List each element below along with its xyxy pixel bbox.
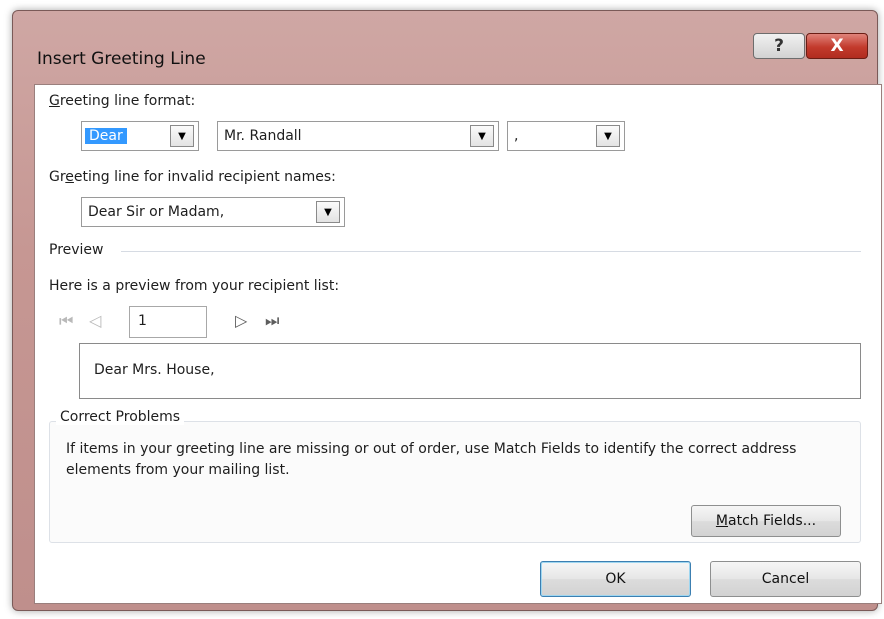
preview-text: Dear Mrs. House, (94, 362, 215, 378)
title-bar[interactable]: Insert Greeting Line ? X (13, 11, 877, 73)
help-button[interactable]: ? (753, 33, 805, 59)
preview-intro: Here is a preview from your recipient li… (49, 278, 340, 294)
dialog-title: Insert Greeting Line (37, 49, 206, 69)
chevron-down-icon[interactable]: ▼ (596, 125, 620, 147)
first-record-icon[interactable]: ⏮ (59, 311, 73, 331)
name-format-value: Mr. Randall (224, 128, 302, 144)
correct-problems-text: If items in your greeting line are missi… (66, 441, 797, 478)
invalid-names-label: Greeting line for invalid recipient name… (49, 169, 336, 185)
help-icon: ? (774, 36, 784, 56)
punctuation-value: , (514, 128, 519, 144)
record-number-value: 1 (138, 313, 147, 329)
record-number-input[interactable]: 1 (129, 306, 207, 338)
cancel-label: Cancel (761, 571, 810, 587)
preview-section-label: Preview (49, 242, 104, 258)
greeting-format-label: Greeting line format: (49, 93, 196, 109)
ok-label: OK (605, 571, 626, 587)
punctuation-select[interactable]: , ▼ (507, 121, 625, 151)
invalid-names-select[interactable]: Dear Sir or Madam, ▼ (81, 197, 345, 227)
chevron-down-icon[interactable]: ▼ (470, 125, 494, 147)
salutation-value: Dear (85, 128, 127, 144)
preview-divider (121, 251, 861, 252)
name-format-select[interactable]: Mr. Randall ▼ (217, 121, 499, 151)
ok-button[interactable]: OK (540, 561, 691, 597)
preview-box: Dear Mrs. House, (79, 343, 861, 399)
salutation-select[interactable]: Dear ▼ (81, 121, 199, 151)
close-button[interactable]: X (806, 33, 868, 59)
cancel-button[interactable]: Cancel (710, 561, 861, 597)
next-record-icon[interactable]: ▷ (235, 311, 247, 330)
close-icon: X (830, 36, 844, 56)
chevron-down-icon[interactable]: ▼ (170, 125, 194, 147)
match-fields-label: Match Fields... (715, 513, 817, 529)
previous-record-icon[interactable]: ◁ (89, 311, 101, 330)
dialog-content: Greeting line format: Dear ▼ Mr. Randall… (34, 84, 882, 604)
invalid-names-value: Dear Sir or Madam, (88, 204, 225, 220)
last-record-icon[interactable]: ⏭ (265, 311, 279, 331)
dialog-window: Insert Greeting Line ? X Greeting line f… (12, 10, 882, 611)
match-fields-button[interactable]: Match Fields... (691, 505, 841, 537)
correct-problems-legend: Correct Problems (56, 409, 185, 425)
chevron-down-icon[interactable]: ▼ (316, 201, 340, 223)
